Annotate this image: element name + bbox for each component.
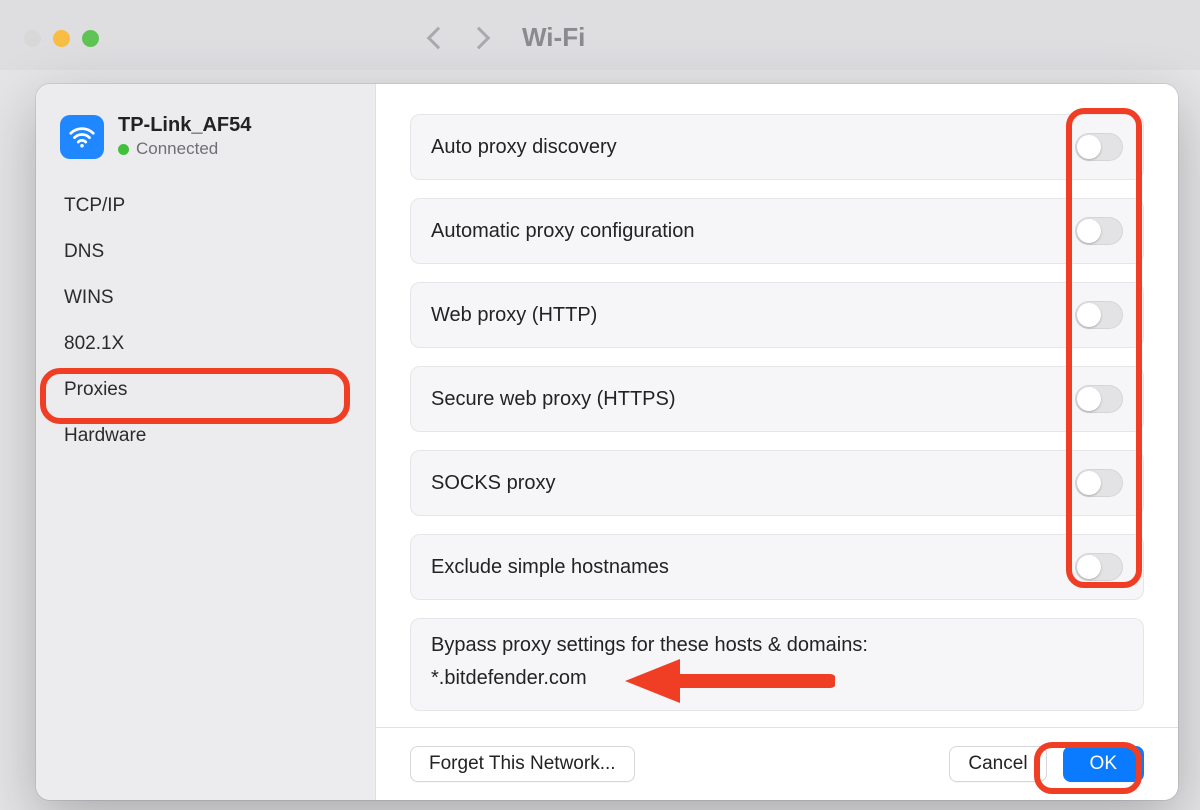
toggle-exclude-simple[interactable] <box>1075 553 1123 581</box>
sidebar: TP-Link_AF54 Connected TCP/IP DNS WINS 8… <box>36 84 376 800</box>
toggle-auto-discovery[interactable] <box>1075 133 1123 161</box>
bypass-group[interactable]: Bypass proxy settings for these hosts & … <box>410 618 1144 711</box>
network-header: TP-Link_AF54 Connected <box>58 108 361 177</box>
row-label: Automatic proxy configuration <box>431 220 694 243</box>
toggle-socks[interactable] <box>1075 469 1123 497</box>
proxy-row-auto-config[interactable]: Automatic proxy configuration <box>410 198 1144 264</box>
settings-sheet: TP-Link_AF54 Connected TCP/IP DNS WINS 8… <box>36 84 1178 800</box>
status-dot-icon <box>118 144 129 155</box>
content-pane: Auto proxy discovery Automatic proxy con… <box>376 84 1178 800</box>
wifi-icon <box>60 115 104 159</box>
forget-network-button[interactable]: Forget This Network... <box>410 746 635 782</box>
row-label: Auto proxy discovery <box>431 136 617 159</box>
background-nav: Wi-Fi <box>430 22 585 53</box>
row-label: SOCKS proxy <box>431 472 555 495</box>
row-label: Exclude simple hostnames <box>431 556 669 579</box>
sidebar-item-proxies[interactable]: Proxies <box>58 367 361 413</box>
traffic-minimize[interactable] <box>53 30 70 47</box>
content-scroll: Auto proxy discovery Automatic proxy con… <box>376 84 1178 727</box>
bypass-value[interactable]: *.bitdefender.com <box>431 667 1123 690</box>
sidebar-item-hardware[interactable]: Hardware <box>58 413 361 459</box>
sidebar-list: TCP/IP DNS WINS 802.1X Proxies Hardware <box>58 183 361 459</box>
proxy-row-socks[interactable]: SOCKS proxy <box>410 450 1144 516</box>
forward-icon <box>468 26 491 49</box>
toggle-http[interactable] <box>1075 301 1123 329</box>
sidebar-item-tcpip[interactable]: TCP/IP <box>58 183 361 229</box>
sidebar-item-dns[interactable]: DNS <box>58 229 361 275</box>
window-traffic-lights <box>24 30 99 47</box>
background-title: Wi-Fi <box>522 22 585 53</box>
network-status: Connected <box>118 139 251 159</box>
sidebar-item-wins[interactable]: WINS <box>58 275 361 321</box>
toggle-auto-config[interactable] <box>1075 217 1123 245</box>
back-icon[interactable] <box>427 26 450 49</box>
ok-button[interactable]: OK <box>1063 746 1144 782</box>
proxy-row-auto-discovery[interactable]: Auto proxy discovery <box>410 114 1144 180</box>
network-status-text: Connected <box>136 139 218 159</box>
traffic-close[interactable] <box>24 30 41 47</box>
sidebar-item-8021x[interactable]: 802.1X <box>58 321 361 367</box>
row-label: Web proxy (HTTP) <box>431 304 597 327</box>
bypass-label: Bypass proxy settings for these hosts & … <box>431 634 1123 657</box>
proxy-row-https[interactable]: Secure web proxy (HTTPS) <box>410 366 1144 432</box>
footer: Forget This Network... Cancel OK <box>376 727 1178 800</box>
cancel-button[interactable]: Cancel <box>949 746 1046 782</box>
proxy-row-http[interactable]: Web proxy (HTTP) <box>410 282 1144 348</box>
traffic-zoom[interactable] <box>82 30 99 47</box>
network-name: TP-Link_AF54 <box>118 114 251 137</box>
row-label: Secure web proxy (HTTPS) <box>431 388 676 411</box>
toggle-https[interactable] <box>1075 385 1123 413</box>
proxy-row-exclude-simple[interactable]: Exclude simple hostnames <box>410 534 1144 600</box>
